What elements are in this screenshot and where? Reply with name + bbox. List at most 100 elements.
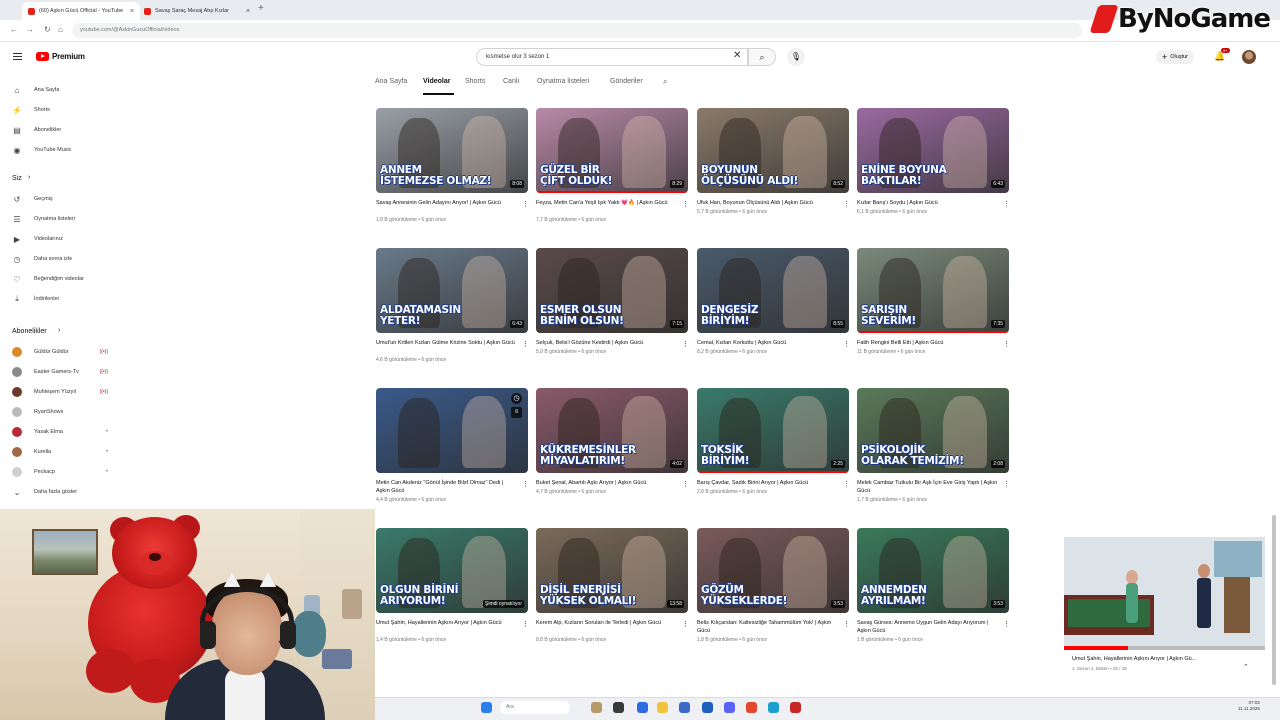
mini-player-title[interactable]: Umut Şahin, Hayallerinin Aşkını Arıyor |… xyxy=(1072,656,1244,662)
url-field[interactable]: youtube.com/@AskinGucuOfficial/videos xyxy=(72,23,1082,38)
tab-1[interactable]: Ana Sayfa xyxy=(375,78,407,85)
sidebar-item[interactable]: ◉ YouTube Music xyxy=(12,144,72,156)
video-title[interactable]: Savaş Annesinin Gelin Adayını Arıyor! | … xyxy=(376,199,518,207)
more-options-icon[interactable]: ⋮ xyxy=(1003,620,1010,628)
video-card[interactable]: OLGUN BİRİNİ ARIYORUM! Şimdi oynatılıyor Um… xyxy=(376,528,529,648)
more-options-icon[interactable]: ⋮ xyxy=(1003,340,1010,348)
more-options-icon[interactable]: ⋮ xyxy=(843,340,850,348)
video-card[interactable]: TOKSİK BİRİYİM! 2:25 Barış Çavdar, Sadık Bi… xyxy=(697,388,850,508)
video-card[interactable]: GÖZÜM YÜKSEKLERDE! 3:53 Belis Kılıçarslan: … xyxy=(697,528,850,648)
section-heading-subscriptions[interactable]: Abonelikler xyxy=(12,328,47,335)
create-button[interactable]: + Oluştur xyxy=(1156,50,1194,64)
account-avatar[interactable] xyxy=(1242,50,1256,64)
obs-icon[interactable] xyxy=(790,702,801,713)
forward-icon[interactable]: → xyxy=(26,25,34,34)
back-icon[interactable]: ← xyxy=(10,25,18,34)
tab-4[interactable]: Canlı xyxy=(503,78,519,85)
video-title[interactable]: Kızlar Barış'ı Soydu | Aşkın Gücü xyxy=(857,199,999,207)
store-icon[interactable] xyxy=(679,702,690,713)
video-title[interactable]: Buket Şenal, Abartılı Aşkı Arıyor | Aşkı… xyxy=(536,479,678,487)
video-thumbnail[interactable]: DENGESİZ BİRİYİM! 8:55 xyxy=(697,248,849,333)
video-title[interactable]: Cemal, Kızları Korkuttu | Aşkın Gücü xyxy=(697,339,839,347)
home-browser-icon[interactable]: ⌂ xyxy=(58,25,63,34)
chevron-up-icon[interactable]: ⌃ xyxy=(1243,663,1249,671)
video-thumbnail[interactable]: ENİNE BOYUNA BAKTILAR! 6:43 xyxy=(857,108,1009,193)
sidebar-item[interactable]: ▤ Abonelikler xyxy=(12,124,61,136)
video-title[interactable]: Umut'un Kritleri Kızları Gülme Krizine S… xyxy=(376,339,518,347)
more-options-icon[interactable]: ⋮ xyxy=(682,340,689,348)
reload-icon[interactable]: ↻ xyxy=(44,25,51,34)
close-tab-icon[interactable]: × xyxy=(246,8,250,15)
video-title[interactable]: Selçuk, Belis'i Gözüne Kestirdi | Aşkın … xyxy=(536,339,678,347)
video-card[interactable]: ANNEM İSTEMEZSE OLMAZ! 8:08 Savaş Annesinin… xyxy=(376,108,529,228)
video-thumbnail[interactable]: ANNEMDEN AYRILMAM! 3:53 xyxy=(857,528,1009,613)
widgets-icon[interactable] xyxy=(591,702,602,713)
sidebar-item[interactable]: ⤓ İndirilenler xyxy=(12,293,59,305)
sidebar-item[interactable]: ♡ Beğendiğim videolar xyxy=(12,273,83,285)
tab-6[interactable]: Gönderiler xyxy=(610,78,643,85)
video-title[interactable]: Metin Can Akdeniz "Gönül İşinde Bilsf Ol… xyxy=(376,479,518,495)
subscription-item[interactable]: Peckacp • xyxy=(12,466,108,478)
menu-icon[interactable] xyxy=(13,53,22,60)
video-title[interactable]: Feyza, Metin Can'a Yeşil Işık Yaktı 💗🔥 |… xyxy=(536,199,678,207)
youtube-logo[interactable]: Premium xyxy=(36,52,85,61)
video-card[interactable]: PSİKOLOJİK OLARAK TEMİZİM! 2:08 Melek Camba… xyxy=(857,388,1010,508)
video-card[interactable]: DİŞİL ENERJİSİ YÜKSEK OLMALI! 13:58 Kerem A… xyxy=(536,528,689,648)
video-thumbnail[interactable]: GÜZEL BİR ÇİFT OLDUK! 8:29 xyxy=(536,108,688,193)
more-options-icon[interactable]: ⋮ xyxy=(522,480,529,488)
taskbar-clock[interactable]: 07:02 11.11.2025 xyxy=(1238,700,1260,712)
more-options-icon[interactable]: ⋮ xyxy=(682,620,689,628)
tab-5[interactable]: Oynatma listeleri xyxy=(537,78,589,85)
video-thumbnail[interactable]: ◷ ≡ xyxy=(376,388,528,473)
subscription-item[interactable]: Yasak Elma • xyxy=(12,426,108,438)
sidebar-item[interactable]: ↺ Geçmiş xyxy=(12,193,53,205)
video-title[interactable]: Ufuk Han, Boyunun Ölçüsünü Aldı | Aşkın … xyxy=(697,199,839,207)
tab-3[interactable]: Shorts xyxy=(465,78,485,85)
taskbar-search[interactable]: Ara xyxy=(500,701,570,714)
video-thumbnail[interactable]: SARIŞIN SEVERİM! 7:35 xyxy=(857,248,1009,333)
chrome-icon[interactable] xyxy=(746,702,757,713)
video-thumbnail[interactable]: BOYUNUN ÖLÇÜSÜNÜ ALDI! 8:52 xyxy=(697,108,849,193)
video-title[interactable]: Belis Kılıçarslan: Kaltesizliğe Tahammül… xyxy=(697,619,839,635)
browser-tab-2[interactable]: Savaş Saraç Mesaj Atıp Kızlar × xyxy=(138,2,256,20)
tab-2[interactable]: Videolar xyxy=(423,78,451,85)
video-thumbnail[interactable]: OLGUN BİRİNİ ARIYORUM! Şimdi oynatılıyor xyxy=(376,528,528,613)
browser-tab-1[interactable]: (60) Aşkın Gücü Official - YouTube × xyxy=(22,2,140,20)
video-title[interactable]: Kerem Alp, Kızların Soruları ile Terledi… xyxy=(536,619,678,627)
outlook-icon[interactable] xyxy=(702,702,713,713)
more-options-icon[interactable]: ⋮ xyxy=(1003,200,1010,208)
more-options-icon[interactable]: ⋮ xyxy=(682,480,689,488)
video-card[interactable]: BOYUNUN ÖLÇÜSÜNÜ ALDI! 8:52 Ufuk Han, Boyun… xyxy=(697,108,850,228)
page-scrollbar[interactable] xyxy=(1272,515,1276,685)
new-tab-icon[interactable]: + xyxy=(258,3,264,14)
sidebar-item[interactable]: ◷ Daha sonra izle xyxy=(12,253,73,265)
edge-icon[interactable] xyxy=(637,702,648,713)
video-thumbnail[interactable]: DİŞİL ENERJİSİ YÜKSEK OLMALI! 13:58 xyxy=(536,528,688,613)
voice-search-button[interactable]: 🎙 xyxy=(787,48,805,66)
mini-player-video[interactable] xyxy=(1064,537,1265,650)
video-title[interactable]: Savaş Gürses: Annemo Uygun Gelin Adayı A… xyxy=(857,619,999,635)
windows-start-icon[interactable] xyxy=(481,702,492,713)
subscription-item[interactable]: Kurella • xyxy=(12,446,108,458)
clear-search-icon[interactable]: ✕ xyxy=(733,50,741,61)
video-card[interactable]: ANNEMDEN AYRILMAM! 3:53 Savaş Gürses: Annem… xyxy=(857,528,1010,648)
video-card[interactable]: ESMER OLSUN BENİM OLSUN! 7:15 Selçuk, Belis… xyxy=(536,248,689,368)
subscription-item[interactable]: Easter Gamers-Tv ((•)) xyxy=(12,366,108,378)
video-card[interactable]: ALDATAMASIN YETER! 6:43 Umut'un Kritleri Kı… xyxy=(376,248,529,368)
sidebar-item[interactable]: ⌂ Ana Sayfa xyxy=(12,84,60,96)
watch-later-icon[interactable]: ◷ xyxy=(511,393,522,404)
video-card[interactable]: ENİNE BOYUNA BAKTILAR! 6:43 Kızlar Barış'ı … xyxy=(857,108,1010,228)
video-title[interactable]: Fatih Rengini Belli Etti | Aşkın Gücü xyxy=(857,339,999,347)
subscription-item[interactable]: Güldür Güldür ((•)) xyxy=(12,346,108,358)
show-more-button[interactable]: ⌄ Daha fazla göster xyxy=(12,486,77,498)
sidebar-item[interactable]: ▶ Videolarınız xyxy=(12,233,63,245)
sidebar-item[interactable]: ⚡ Shorts xyxy=(12,104,50,116)
discord-icon[interactable] xyxy=(724,702,735,713)
search-button[interactable]: ⌕ xyxy=(748,48,776,66)
video-thumbnail[interactable]: KÜKREMESİNLER MİYAVLATIRIM! 4:02 xyxy=(536,388,688,473)
subscription-item[interactable]: RyanShows xyxy=(12,406,108,418)
more-options-icon[interactable]: ⋮ xyxy=(843,620,850,628)
more-options-icon[interactable]: ⋮ xyxy=(1003,480,1010,488)
video-thumbnail[interactable]: ANNEM İSTEMEZSE OLMAZ! 8:08 xyxy=(376,108,528,193)
more-options-icon[interactable]: ⋮ xyxy=(522,620,529,628)
